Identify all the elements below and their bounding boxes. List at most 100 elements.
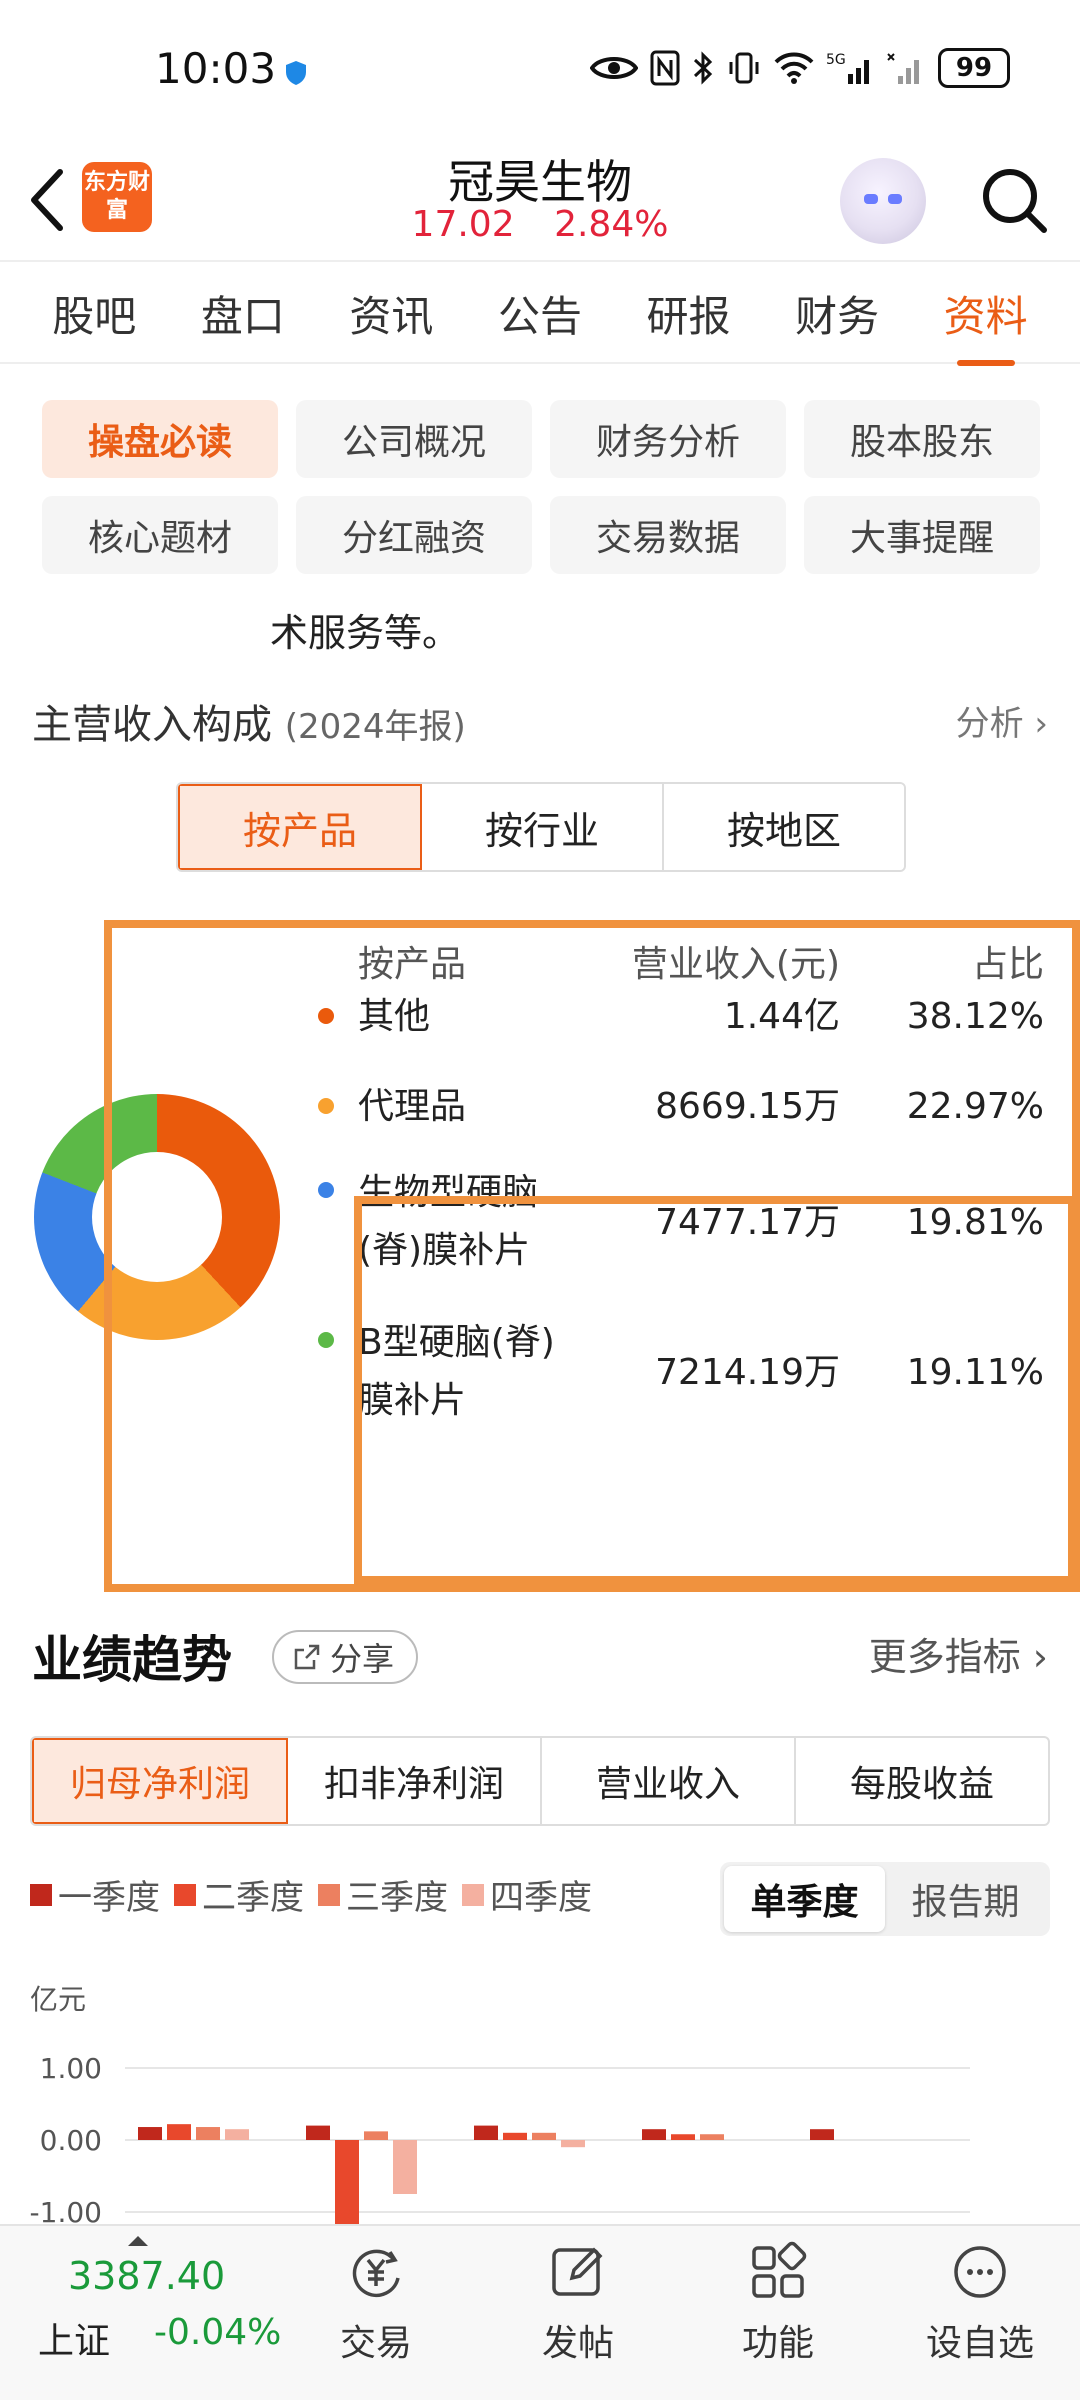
performance-bar-chart: 1.00 0.00 -1.00: [30, 2052, 970, 2225]
tab-research[interactable]: 研报: [639, 283, 739, 344]
chart-bar[interactable]: [810, 2129, 834, 2140]
legend-swatch: [318, 1883, 340, 1906]
nav-label: 发帖: [541, 2323, 614, 2364]
revenue-donut-chart: [34, 1094, 280, 1340]
status-icons: 5G 99: [590, 48, 1010, 88]
legend-dot: [318, 1332, 334, 1348]
chevron-right-icon: ›: [1034, 704, 1048, 744]
segment-by-product[interactable]: 按产品: [178, 784, 422, 870]
toggle-reporting-period[interactable]: 报告期: [885, 1866, 1046, 1932]
tab-announcements[interactable]: 公告: [490, 283, 590, 344]
expand-arrow-icon[interactable]: [128, 2236, 148, 2246]
subtab-core-themes[interactable]: 核心题材: [42, 496, 278, 574]
tab-finance[interactable]: 财务: [787, 283, 887, 344]
subtab-trading-data[interactable]: 交易数据: [550, 496, 786, 574]
status-time: 10:03: [155, 44, 277, 93]
legend-item-q2[interactable]: 二季度: [174, 1870, 304, 1919]
row-pct: 19.81%: [906, 1202, 1044, 1243]
legend-swatch: [30, 1883, 52, 1906]
chart-bar[interactable]: [561, 2140, 585, 2148]
tab-pankou[interactable]: 盘口: [193, 283, 293, 344]
metric-tab-revenue[interactable]: 营业收入: [542, 1738, 796, 1824]
chart-bar[interactable]: [335, 2140, 359, 2225]
segment-by-region[interactable]: 按地区: [664, 784, 904, 870]
nav-trade[interactable]: 交易: [306, 2240, 446, 2366]
subtab-financial-analysis[interactable]: 财务分析: [550, 400, 786, 478]
more-metrics-label: 更多指标: [868, 1635, 1021, 1679]
battery-icon: 99: [938, 48, 1010, 88]
chart-bar[interactable]: [700, 2134, 724, 2140]
legend-label: 四季度: [490, 1878, 592, 1918]
tab-guba[interactable]: 股吧: [44, 283, 144, 344]
legend-dot: [318, 1008, 334, 1024]
tab-news[interactable]: 资讯: [341, 283, 441, 344]
stock-price: 17.02: [411, 204, 515, 245]
row-value: 1.44亿: [723, 996, 840, 1037]
index-change[interactable]: -0.04%: [154, 2312, 281, 2353]
row-name-line1: 生物型硬脑: [358, 1172, 539, 1213]
metric-tab-adjusted-profit[interactable]: 扣非净利润: [288, 1738, 542, 1824]
status-bar: 10:03 5G 99: [0, 0, 1080, 140]
legend-item-q3[interactable]: 三季度: [318, 1870, 448, 1919]
more-metrics-link[interactable]: 更多指标 ›: [869, 1626, 1048, 1681]
eye-icon: [590, 57, 638, 79]
chart-bar[interactable]: [642, 2129, 666, 2140]
metric-tab-net-profit[interactable]: 归母净利润: [32, 1738, 288, 1824]
chart-bar[interactable]: [167, 2124, 191, 2140]
subtab-events[interactable]: 大事提醒: [804, 496, 1040, 574]
sub-tabs: 操盘必读 公司概况 财务分析 股本股东 核心题材 分红融资 交易数据 大事提醒: [42, 400, 1042, 574]
y-tick-label: -1.00: [30, 2196, 102, 2225]
legend-label: 二季度: [202, 1878, 304, 1918]
chart-bar[interactable]: [196, 2127, 220, 2140]
row-name: 其他: [358, 996, 431, 1037]
chart-bar[interactable]: [306, 2125, 330, 2140]
legend-item-q1[interactable]: 一季度: [30, 1870, 160, 1919]
legend-swatch: [462, 1883, 484, 1906]
metric-tab-eps[interactable]: 每股收益: [796, 1738, 1048, 1824]
add-watchlist-icon: [954, 2246, 1006, 2298]
nav-compose[interactable]: 发帖: [508, 2240, 648, 2366]
legend-label: 一季度: [58, 1878, 160, 1918]
revenue-title: 主营收入构成 (2024年报): [32, 692, 466, 750]
ai-assistant-avatar[interactable]: [840, 158, 926, 244]
share-icon: [294, 1644, 320, 1670]
share-button[interactable]: 分享: [272, 1630, 419, 1684]
chart-bar[interactable]: [671, 2134, 695, 2140]
trade-icon: [352, 2249, 400, 2298]
stock-header: 东方财富 冠昊生物 17.02 2.84%: [0, 140, 1080, 262]
chart-bar[interactable]: [532, 2132, 556, 2140]
analyze-link[interactable]: 分析 ›: [956, 696, 1048, 745]
row-value: 7214.19万: [655, 1352, 840, 1393]
chart-bar[interactable]: [393, 2140, 417, 2194]
nav-functions[interactable]: 功能: [708, 2240, 848, 2366]
legend-label: 三季度: [346, 1878, 448, 1918]
chart-bar[interactable]: [503, 2132, 527, 2140]
chart-bar[interactable]: [474, 2125, 498, 2140]
bottom-bar: 3387.40 上证 -0.04% 交易 发帖 功能 设自选: [0, 2224, 1080, 2400]
index-name[interactable]: 上证: [38, 2312, 110, 2364]
revenue-section-header: 主营收入构成 (2024年报) 分析 ›: [32, 692, 1048, 752]
chart-bar[interactable]: [138, 2127, 162, 2140]
row-name: 代理品: [358, 1086, 467, 1127]
subtab-must-read[interactable]: 操盘必读: [42, 400, 278, 478]
search-icon[interactable]: [978, 160, 1052, 240]
signal-5g-icon: 5G: [826, 52, 869, 84]
chart-bar[interactable]: [225, 2129, 249, 2140]
subtab-dividends[interactable]: 分红融资: [296, 496, 532, 574]
shield-icon: [286, 61, 306, 85]
legend-dot: [318, 1182, 334, 1198]
nav-label: 交易: [339, 2323, 412, 2364]
legend-item-q4[interactable]: 四季度: [462, 1870, 592, 1919]
nav-add-watchlist[interactable]: 设自选: [910, 2240, 1050, 2366]
chart-bar[interactable]: [364, 2131, 388, 2140]
chart-legend: 一季度 二季度 三季度 四季度: [30, 1870, 592, 1919]
row-name-line2: 膜补片: [358, 1380, 467, 1421]
segment-by-industry[interactable]: 按行业: [422, 784, 664, 870]
index-value[interactable]: 3387.40: [68, 2254, 225, 2298]
row-pct: 19.11%: [906, 1352, 1044, 1393]
subtab-shareholders[interactable]: 股本股东: [804, 400, 1040, 478]
subtab-company-overview[interactable]: 公司概况: [296, 400, 532, 478]
toggle-single-quarter[interactable]: 单季度: [724, 1866, 885, 1932]
tab-profile[interactable]: 资料: [936, 283, 1036, 344]
nav-label: 功能: [741, 2323, 814, 2364]
